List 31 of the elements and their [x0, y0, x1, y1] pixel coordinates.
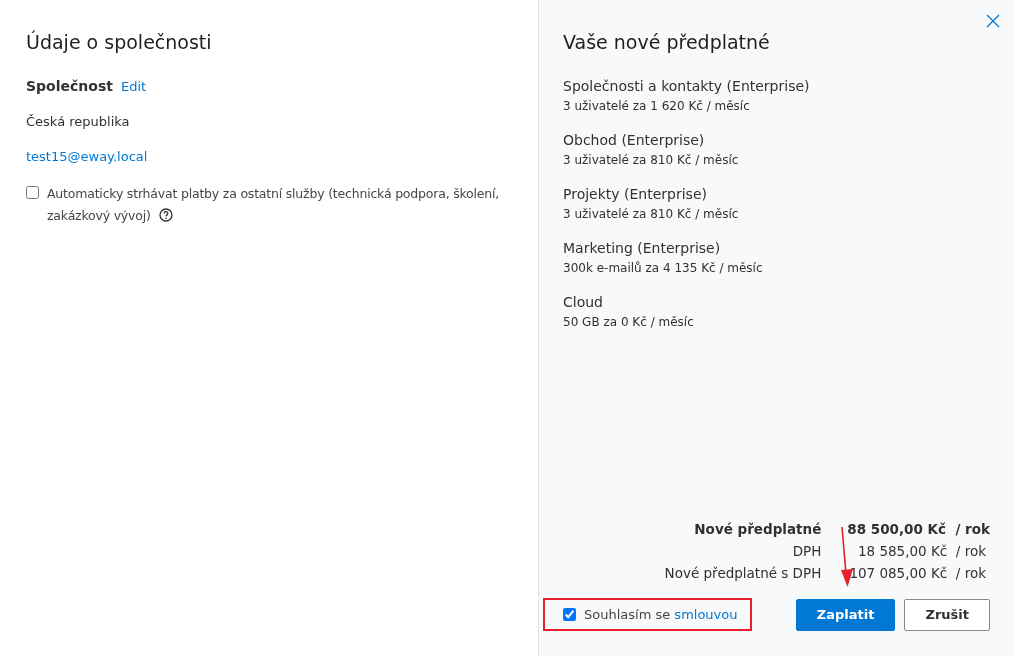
cancel-button[interactable]: Zrušit — [904, 598, 990, 631]
product-detail: 3 uživatelé za 810 Kč / měsíc — [563, 206, 740, 223]
product-name: Cloud — [563, 293, 604, 312]
auto-payment-label: Automaticky strhávat platby za ostatní služby (technická podpora, školení, zakázkový vývoj) — [47, 185, 501, 225]
panel-title: Vaše nové předplatné — [563, 30, 771, 54]
product-detail: 3 uživatelé za 810 Kč / měsíc — [563, 152, 740, 169]
total-value: 107 085,00 Kč / rok — [849, 565, 986, 581]
total-label: Nové předplatné s DPH — [664, 565, 822, 581]
email-link[interactable]: test15@eway.local — [26, 149, 148, 164]
product-name: Projekty (Enterprise) — [563, 185, 708, 204]
total-label: Nové předplatné — [694, 521, 822, 537]
product-name: Obchod (Enterprise) — [563, 131, 706, 150]
auto-payment-checkbox[interactable] — [26, 186, 39, 199]
country-text: Česká republika — [26, 114, 131, 129]
total-label: DPH — [792, 543, 822, 559]
total-value: 88 500,00 Kč / rok — [847, 521, 990, 537]
product-detail: 3 uživatelé za 1 620 Kč / měsíc — [563, 98, 751, 115]
product-name: Marketing (Enterprise) — [563, 239, 722, 258]
company-label: Společnost — [26, 78, 113, 94]
agreement-checkbox[interactable] — [563, 608, 576, 621]
panel-title: Údaje o společnosti — [26, 30, 213, 54]
close-button[interactable] — [986, 14, 1000, 28]
edit-link[interactable]: Edit — [120, 79, 147, 94]
total-value: 18 585,00 Kč / rok — [857, 543, 986, 559]
product-detail: 50 GB za 0 Kč / měsíc — [563, 314, 695, 331]
agreement-label: Souhlasím se smlouvou — [584, 607, 738, 622]
product-name: Společnosti a kontakty (Enterprise) — [563, 77, 811, 96]
pay-button[interactable]: Zaplatit — [795, 598, 896, 631]
product-detail: 300k e-mailů za 4 135 Kč / měsíc — [563, 260, 764, 277]
help-icon[interactable] — [158, 208, 173, 222]
contract-link[interactable]: smlouvou — [674, 607, 738, 622]
